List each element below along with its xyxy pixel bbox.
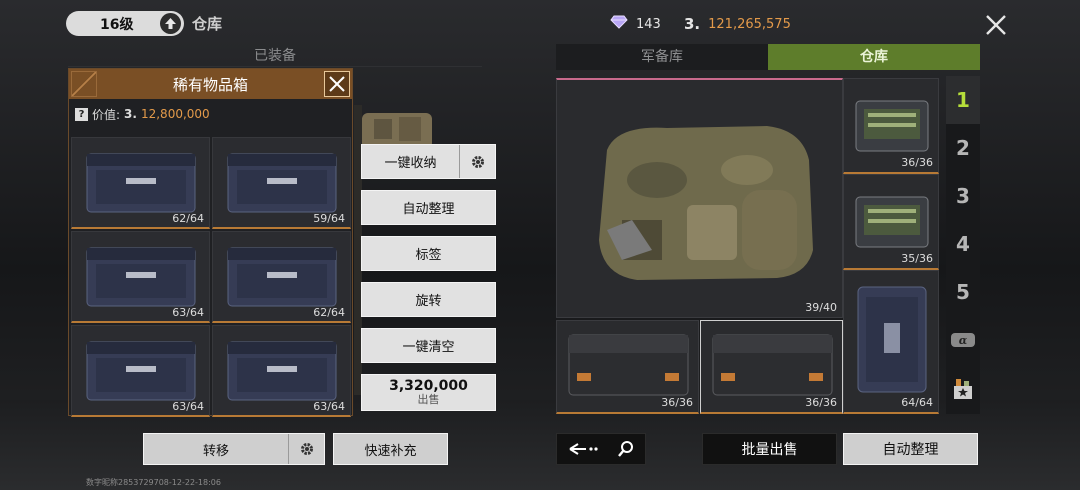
slash-icon [71,71,97,97]
svg-text:α: α [959,334,968,347]
popup-value-row: ? 价值: 3. 12,800,000 [69,99,352,129]
diamond-count: 143 [636,16,661,32]
list-item[interactable]: 62/64 [212,231,351,323]
item-count: 36/36 [661,396,693,409]
popup-close-icon[interactable] [324,71,350,97]
level-up-icon[interactable] [160,13,181,34]
coin-currency: 3. 121,265,575 [684,15,791,33]
item-count: 36/36 [805,396,837,409]
tab-bar: 军备库 仓库 [556,44,980,70]
item-count: 36/36 [901,156,933,169]
transfer-button[interactable]: 转移 [143,433,325,465]
diamond-icon [610,15,628,33]
batch-sell-button[interactable]: 批量出售 [702,433,837,465]
question-icon[interactable]: ? [75,107,88,121]
list-item[interactable]: 36/36 [843,78,939,174]
item-count: 63/64 [313,400,345,413]
page-5-tab[interactable]: 5 [946,268,980,316]
gear-icon[interactable] [288,434,324,464]
player-level: 16级 [100,16,134,33]
page-2-tab[interactable]: 2 [946,124,980,172]
popup-item-grid: 62/64 59/64 63/64 62/64 63/64 63/64 [71,137,351,417]
rotate-button[interactable]: 旋转 [361,282,496,317]
player-id-footer: 数字昵称2853729708-12-22-18:06 [86,478,221,487]
sell-price: 3,320,000 [389,377,468,394]
coin-icon: 3. [684,15,701,33]
value-label: 价值: [92,107,121,122]
item-count: 62/64 [172,212,204,225]
quick-refill-button[interactable]: 快速补充 [333,433,448,465]
equipped-header: 已装备 [68,45,482,67]
tab-armory[interactable]: 军备库 [556,44,768,70]
popup-title: 稀有物品箱 [172,75,248,94]
auto-sort-button[interactable]: 自动整理 [361,190,496,225]
item-count: 63/64 [172,306,204,319]
list-item[interactable]: 36/36 [556,320,699,414]
rare-item-box-popup: 稀有物品箱 ? 价值: 3. 12,800,000 62/64 59/64 63… [68,68,353,417]
warehouse-page-rail: 1 2 3 4 5 α [946,76,980,414]
list-item[interactable]: 36/36 [700,320,843,414]
sell-button[interactable]: 3,320,000 出售 [361,374,496,411]
list-item[interactable]: 63/64 [212,325,351,417]
clear-all-button[interactable]: 一键清空 [361,328,496,363]
item-count: 35/36 [901,252,933,265]
tag-button[interactable]: 标签 [361,236,496,271]
page-1-tab[interactable]: 1 [946,76,980,124]
page-3-tab[interactable]: 3 [946,172,980,220]
list-item[interactable]: 59/64 [212,137,351,229]
coin-count: 121,265,575 [708,16,791,32]
list-item[interactable]: 63/64 [71,231,210,323]
tab-warehouse[interactable]: 仓库 [768,44,980,70]
value-amount: 12,800,000 [140,107,210,121]
backpack-slot[interactable]: 39/40 [556,78,843,318]
popup-header: 稀有物品箱 [69,69,352,99]
alpha-page-tab[interactable]: α [946,316,980,364]
sell-label: 出售 [417,393,440,407]
value-coin-symbol: 3. [124,107,137,121]
auto-sort-bottom-button[interactable]: 自动整理 [843,433,978,465]
player-level-badge: 16级 [66,11,184,36]
favorite-items-icon[interactable] [946,364,980,414]
store-all-button[interactable]: 一键收纳 [361,144,496,179]
search-icon[interactable] [606,433,646,465]
page-title: 仓库 [192,15,223,33]
gear-icon[interactable] [459,145,495,178]
transfer-label: 转移 [202,443,229,459]
back-arrow-icon [569,443,598,455]
list-item[interactable]: 62/64 [71,137,210,229]
list-item[interactable]: 35/36 [843,174,939,270]
item-count: 59/64 [313,212,345,225]
backpack-count: 39/40 [805,301,837,314]
list-item[interactable]: 64/64 [843,270,939,414]
back-arrow-button[interactable] [556,433,610,465]
item-count: 62/64 [313,306,345,319]
item-count: 63/64 [172,400,204,413]
close-icon[interactable] [983,12,1009,38]
diamond-currency: 143 [610,15,661,33]
item-count: 64/64 [901,396,933,409]
list-item[interactable]: 63/64 [71,325,210,417]
store-all-label: 一键收纳 [384,156,437,171]
page-4-tab[interactable]: 4 [946,220,980,268]
